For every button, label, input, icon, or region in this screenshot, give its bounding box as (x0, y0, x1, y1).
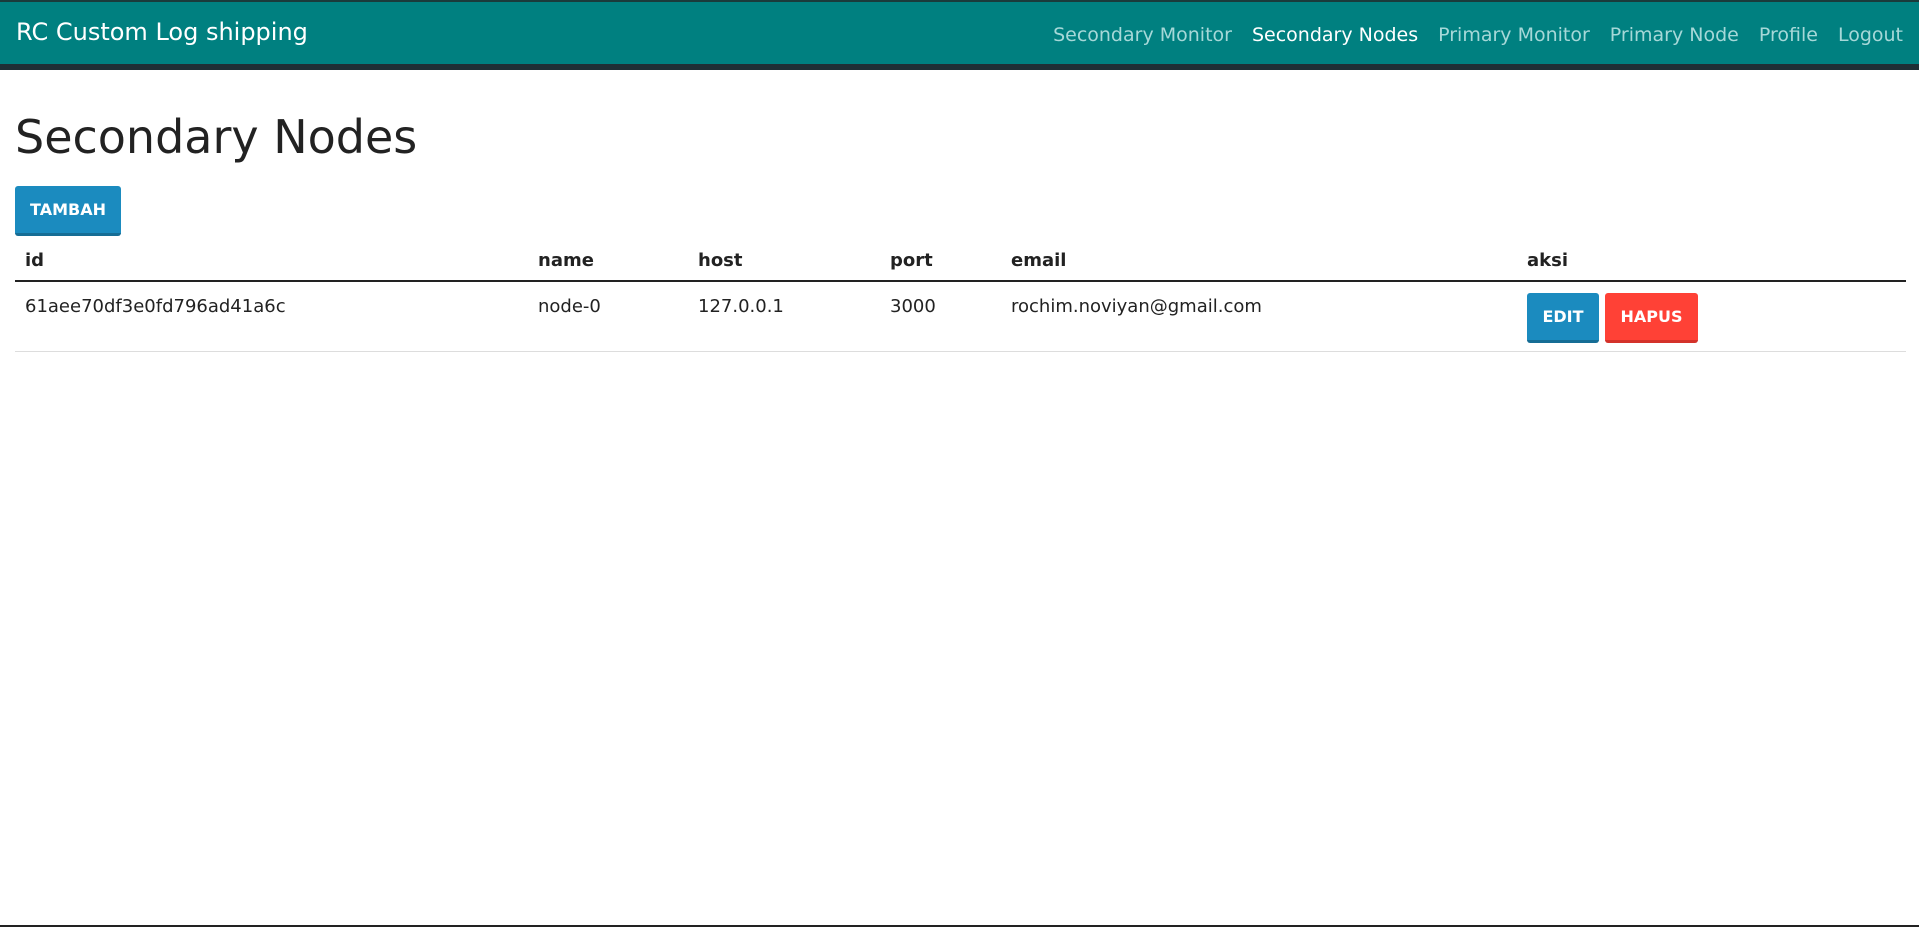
nav-profile[interactable]: Profile (1759, 24, 1818, 46)
column-header-name: name (528, 240, 688, 282)
page-title: Secondary Nodes (15, 110, 418, 164)
column-header-host: host (688, 240, 880, 282)
nav-primary-monitor[interactable]: Primary Monitor (1438, 24, 1590, 46)
cell-port: 3000 (880, 281, 1001, 352)
column-header-email: email (1001, 240, 1517, 282)
table-row: 61aee70df3e0fd796ad41a6c node-0 127.0.0.… (15, 281, 1906, 352)
cell-name: node-0 (528, 281, 688, 352)
column-header-id: id (15, 240, 528, 282)
cell-email: rochim.noviyan@gmail.com (1001, 281, 1517, 352)
add-node-button[interactable]: TAMBAH (15, 186, 121, 236)
nav-links: Secondary Monitor Secondary Nodes Primar… (1053, 24, 1903, 46)
cell-actions: EDIT HAPUS (1517, 281, 1906, 352)
nav-secondary-monitor[interactable]: Secondary Monitor (1053, 24, 1232, 46)
top-navbar: RC Custom Log shipping Secondary Monitor… (0, 0, 1919, 70)
column-header-aksi: aksi (1517, 240, 1906, 282)
brand-link[interactable]: RC Custom Log shipping (16, 18, 308, 46)
delete-button[interactable]: HAPUS (1605, 293, 1698, 343)
nav-secondary-nodes[interactable]: Secondary Nodes (1252, 24, 1418, 46)
row-actions: EDIT HAPUS (1527, 293, 1906, 343)
edit-button[interactable]: EDIT (1527, 293, 1599, 343)
nodes-table: id name host port email aksi 61aee70df3e… (15, 240, 1906, 352)
cell-host: 127.0.0.1 (688, 281, 880, 352)
table-header-row: id name host port email aksi (15, 240, 1906, 282)
cell-id: 61aee70df3e0fd796ad41a6c (15, 281, 528, 352)
nav-primary-node[interactable]: Primary Node (1610, 24, 1739, 46)
nav-logout[interactable]: Logout (1838, 24, 1903, 46)
column-header-port: port (880, 240, 1001, 282)
